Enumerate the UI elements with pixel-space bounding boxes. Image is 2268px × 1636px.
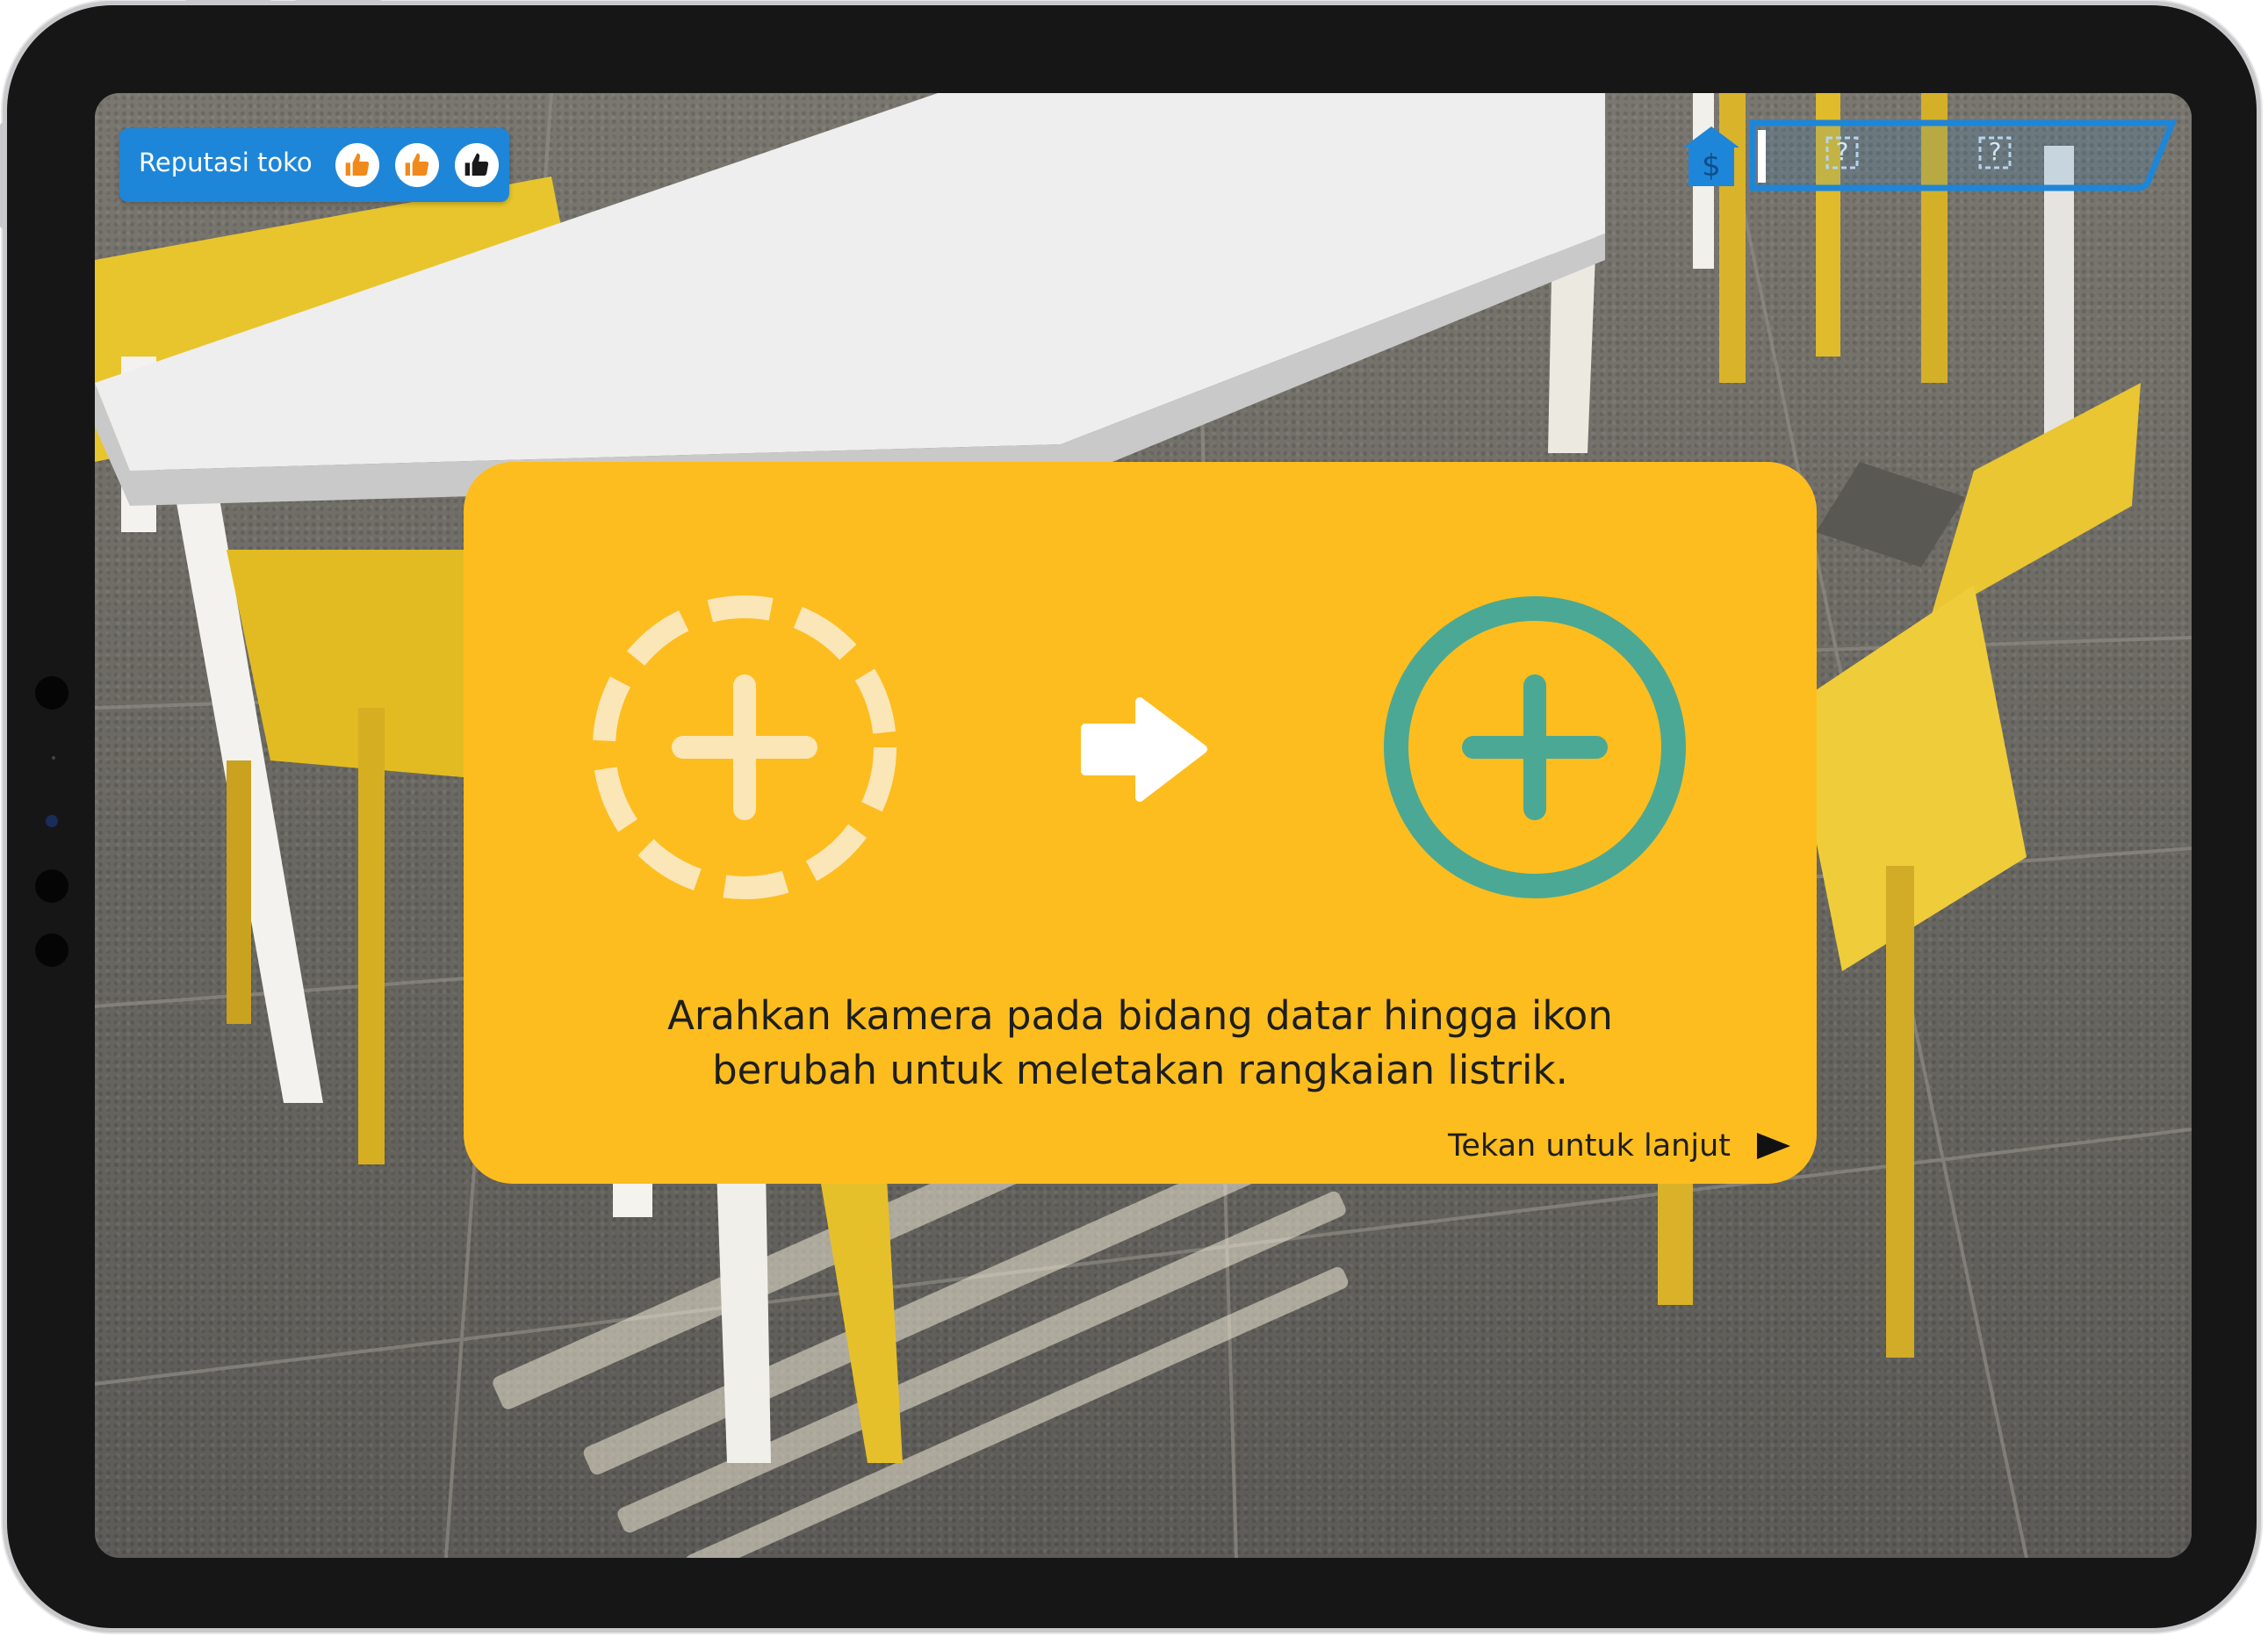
play-arrow-icon <box>1757 1133 1790 1159</box>
inventory-slot-1[interactable]: ? <box>1825 135 1860 170</box>
continue-label: Tekan untuk lanjut <box>1447 1128 1731 1164</box>
plane-found-icon <box>1384 596 1686 898</box>
side-button <box>0 123 5 228</box>
slot-label: ? <box>1988 137 2002 166</box>
continue-button[interactable]: Tekan untuk lanjut <box>1448 1126 1790 1166</box>
thumbs-up-icon <box>395 143 439 187</box>
sensor-dot <box>35 676 68 710</box>
reputation-label: Reputasi toko <box>139 148 313 177</box>
top-button <box>184 0 272 5</box>
thumbs-up-icon <box>455 143 499 187</box>
tablet-frame: Reputasi toko $ ? ? Arahkan kamera pada … <box>7 5 2257 1628</box>
tutorial-card[interactable]: Arahkan kamera pada bidang datar hingga … <box>464 462 1817 1184</box>
plane-searching-icon <box>593 595 896 899</box>
svg-text:$: $ <box>1702 148 1721 184</box>
tutorial-instruction: Arahkan kamera pada bidang datar hingga … <box>667 992 1613 1093</box>
ar-camera-view[interactable]: Reputasi toko $ ? ? Arahkan kamera pada … <box>95 93 2192 1558</box>
top-button <box>294 0 382 5</box>
front-camera-icon <box>46 815 58 827</box>
bank-icon[interactable]: $ <box>1681 125 1741 188</box>
thumbs-up-icon <box>335 143 379 187</box>
inventory-slot-2[interactable]: ? <box>1977 135 2012 170</box>
sensor-dot <box>52 756 55 760</box>
slot-label: ? <box>1835 137 1849 166</box>
sensor-dot <box>35 869 68 903</box>
inventory-bar-frame <box>1749 119 2178 191</box>
arrow-right-icon <box>1081 697 1207 802</box>
sensor-dot <box>35 933 68 967</box>
inventory-bar: ? ? <box>1747 118 2178 191</box>
reputation-panel: Reputasi toko <box>119 128 509 202</box>
